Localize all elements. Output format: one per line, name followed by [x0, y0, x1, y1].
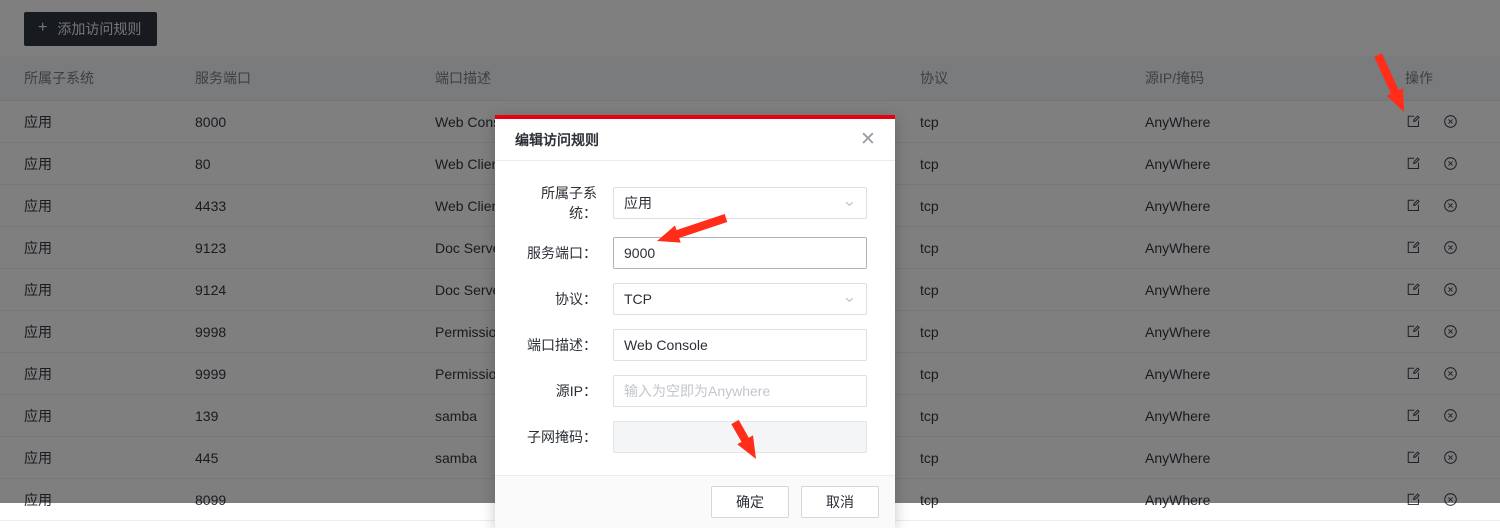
form-row-port-description: 端口描述： Web Console [523, 329, 867, 361]
label-service-port: 服务端口： [527, 245, 597, 261]
form-row-subnet-mask: 子网掩码： [523, 421, 867, 453]
input-source-ip[interactable]: 输入为空即为Anywhere [613, 375, 867, 407]
form-row-source-ip: 源IP： 输入为空即为Anywhere [523, 375, 867, 407]
form-row-service-port: 服务端口： 9000 [523, 237, 867, 269]
value-subsystem: 应用 [624, 195, 652, 211]
value-source-ip: 输入为空即为Anywhere [624, 383, 771, 399]
dialog-form: 所属子系统： 应用服务端口： 9000 协议： TCP 端口描述： Web Console 源… [495, 161, 895, 475]
label-subnet-mask: 子网掩码： [527, 429, 597, 445]
confirm-button[interactable]: 确定 [711, 486, 789, 518]
form-row-protocol: 协议： TCP [523, 283, 867, 315]
input-subnet-mask [613, 421, 867, 453]
dialog-title: 编辑访问规则 [515, 131, 599, 148]
input-service-port[interactable]: 9000 [613, 237, 867, 269]
form-row-subsystem: 所属子系统： 应用 [523, 183, 867, 223]
chevron-down-icon [843, 197, 856, 210]
dialog-footer: 确定 取消 [495, 475, 895, 528]
input-port-description[interactable]: Web Console [613, 329, 867, 361]
select-protocol[interactable]: TCP [613, 283, 867, 315]
label-source-ip: 源IP： [555, 383, 597, 399]
dialog-header: 编辑访问规则 ✕ [495, 119, 895, 161]
label-protocol: 协议： [555, 291, 597, 307]
cancel-button[interactable]: 取消 [801, 486, 879, 518]
value-port-description: Web Console [624, 337, 708, 353]
edit-access-rule-dialog: 编辑访问规则 ✕ 所属子系统： 应用服务端口： 9000 协议： TCP 端口描述： Web… [495, 115, 895, 528]
label-port-description: 端口描述： [527, 337, 597, 353]
value-service-port: 9000 [624, 245, 656, 261]
select-subsystem[interactable]: 应用 [613, 187, 867, 219]
value-protocol: TCP [624, 291, 652, 307]
label-subsystem: 所属子系统： [541, 185, 597, 221]
close-icon[interactable]: ✕ [857, 129, 879, 151]
chevron-down-icon [843, 293, 856, 306]
